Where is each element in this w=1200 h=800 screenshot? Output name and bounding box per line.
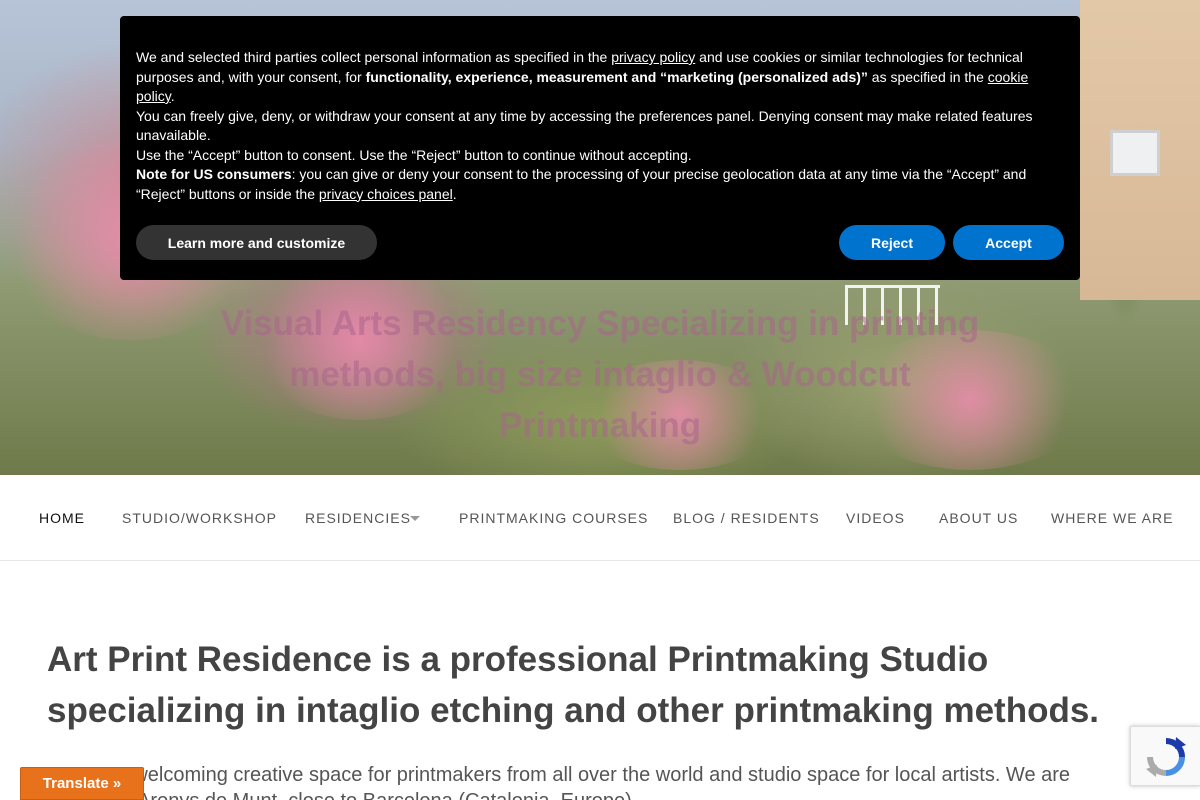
reject-button[interactable]: Reject	[839, 225, 945, 260]
recaptcha-icon	[1146, 737, 1186, 777]
chevron-down-icon	[410, 516, 420, 521]
accept-button[interactable]: Accept	[953, 225, 1064, 260]
building-window	[1110, 130, 1160, 176]
page-heading: Art Print Residence is a professional Pr…	[47, 640, 1100, 730]
cookie-paragraph-3: Use the “Accept” button to consent. Use …	[136, 146, 692, 163]
hero-building	[1080, 0, 1200, 300]
recaptcha-badge[interactable]	[1130, 726, 1200, 786]
cookie-paragraph-1: We and selected third parties collect pe…	[136, 48, 1064, 107]
intro-paragraph: We are a welcoming creative space for pr…	[47, 764, 1071, 800]
cookie-text: .	[170, 88, 175, 104]
hero-tagline: Visual Arts Residency Specializing in pr…	[220, 304, 980, 445]
cookie-text: We and selected third parties collect pe…	[136, 49, 612, 65]
nav-item-studio-workshop[interactable]: STUDIO/WORKSHOP	[122, 510, 277, 526]
nav-item-printmaking-courses[interactable]: PRINTMAKING COURSES	[459, 510, 648, 526]
nav-item-residencies[interactable]: RESIDENCIES	[305, 510, 425, 526]
cookie-paragraph-4: Note for US consumers: you can give or d…	[136, 165, 1064, 204]
nav-item-blog-residents[interactable]: BLOG / RESIDENTS	[673, 510, 820, 526]
cookie-paragraph-2: You can freely give, deny, or withdraw y…	[136, 107, 1033, 144]
cookie-text: as specified in the	[867, 68, 988, 85]
cookie-purposes-text: functionality, experience, measurement a…	[365, 68, 868, 85]
privacy-choices-link[interactable]: privacy choices panel	[319, 186, 453, 202]
translate-button[interactable]: Translate »	[20, 767, 144, 800]
privacy-policy-link[interactable]: privacy policy	[611, 49, 695, 65]
cookie-consent-banner: We and selected third parties collect pe…	[120, 16, 1080, 280]
learn-more-button[interactable]: Learn more and customize	[136, 225, 377, 260]
nav-item-label: RESIDENCIES	[305, 510, 411, 526]
nav-item-videos[interactable]: VIDEOS	[846, 510, 905, 526]
nav-item-where-we-are[interactable]: WHERE WE ARE	[1051, 510, 1173, 526]
us-consumers-note-label: Note for US consumers	[136, 166, 292, 182]
nav-item-home[interactable]: HOME	[39, 510, 85, 526]
cookie-text: .	[452, 185, 457, 202]
nav-item-about-us[interactable]: ABOUT US	[939, 510, 1018, 526]
main-navigation: HOME STUDIO/WORKSHOP RESIDENCIES PRINTMA…	[0, 475, 1200, 561]
